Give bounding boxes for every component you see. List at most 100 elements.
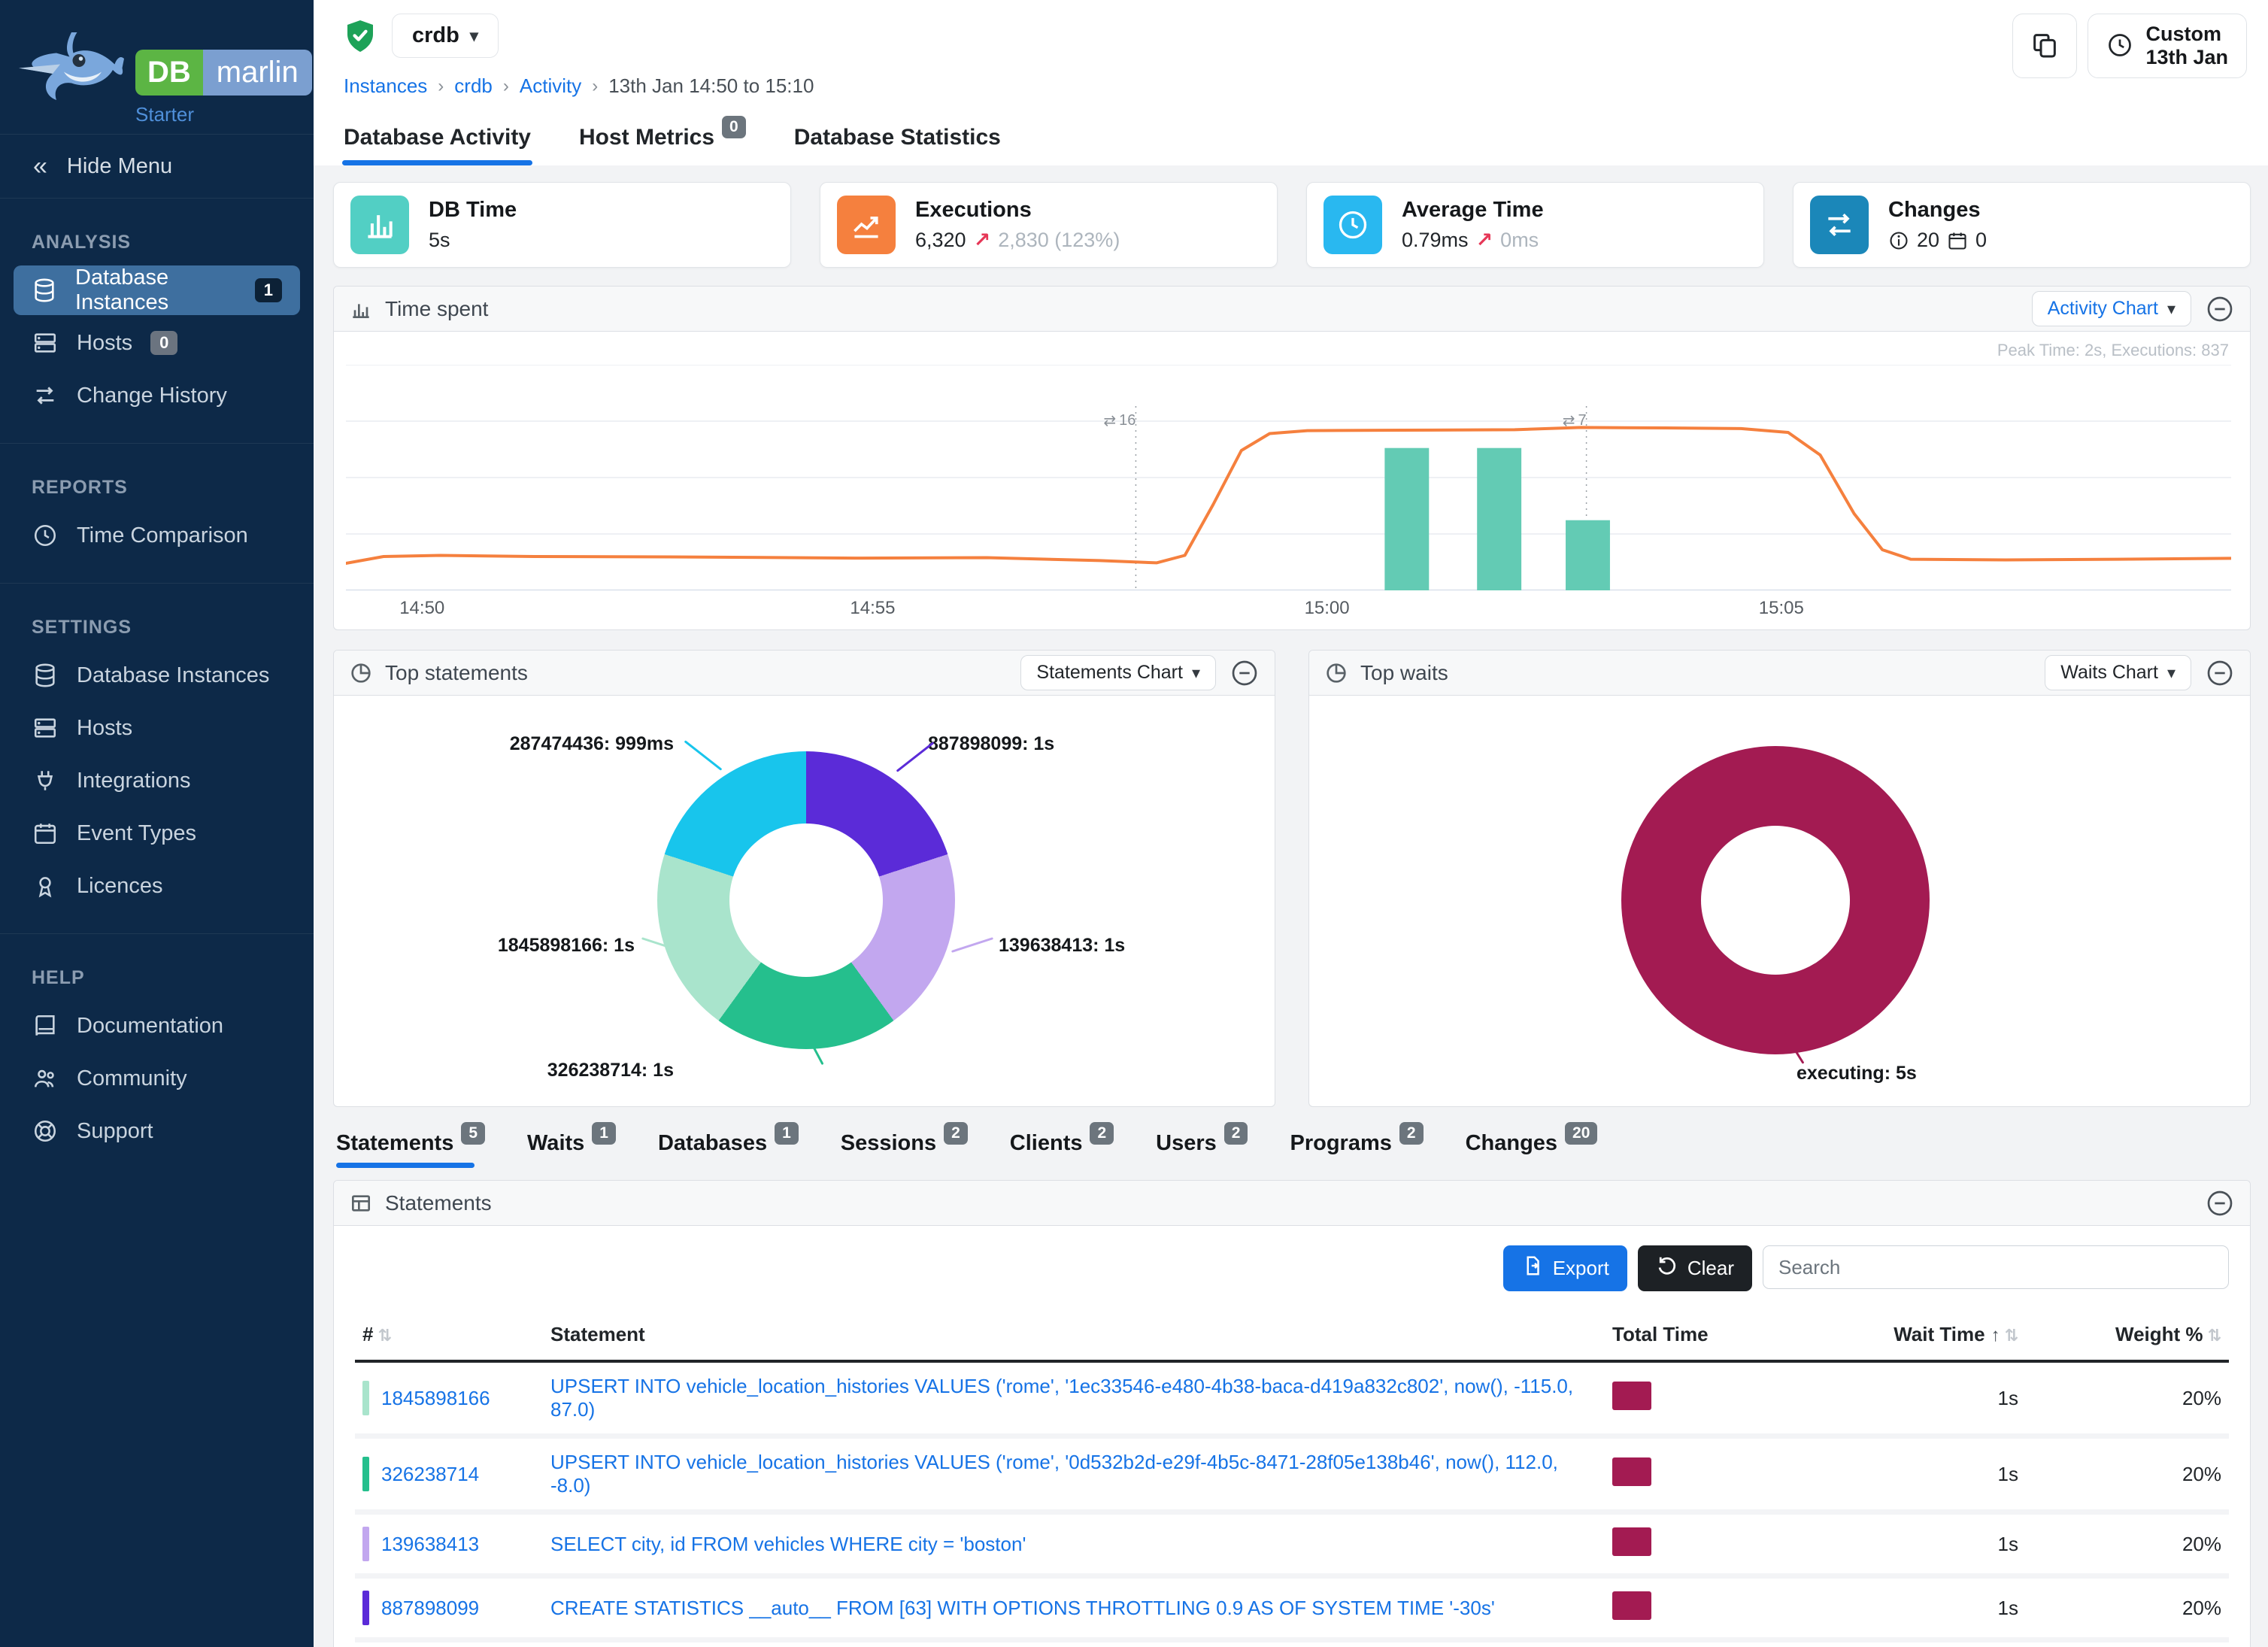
search-input[interactable] xyxy=(1763,1245,2229,1289)
calendar-icon xyxy=(32,820,59,847)
collapse-panel-icon[interactable] xyxy=(1230,658,1260,688)
sidebar-item-label: Time Comparison xyxy=(77,523,248,548)
calendar-icon xyxy=(1947,230,1968,251)
server-icon xyxy=(32,714,59,742)
sidebar-item-change-history[interactable]: Change History xyxy=(14,371,300,420)
sidebar-item-licences[interactable]: Licences xyxy=(14,861,300,911)
kpi-card-db-time: DB Time5s xyxy=(333,182,791,268)
sidebar-section-reports: REPORTSTime Comparison xyxy=(0,444,314,584)
detail-tab-clients[interactable]: Clients2 xyxy=(1010,1131,1114,1168)
detail-tab-sessions[interactable]: Sessions2 xyxy=(841,1131,968,1168)
total-time-bar xyxy=(1612,1457,1651,1486)
col-weight[interactable]: Weight %⇅ xyxy=(2026,1312,2229,1361)
col-wait-time[interactable]: Wait Time↑⇅ xyxy=(1778,1312,2026,1361)
statement-id-link[interactable]: 887898099 xyxy=(381,1597,479,1620)
sort-icon: ⇅ xyxy=(377,1326,391,1345)
table-icon xyxy=(349,1191,373,1215)
change-marker[interactable]: ⇄7 xyxy=(1563,411,1587,430)
export-button[interactable]: Export xyxy=(1503,1245,1627,1291)
swap-icon xyxy=(32,382,59,409)
collapse-panel-icon[interactable] xyxy=(2205,1188,2235,1218)
tab-host-metrics[interactable]: Host Metrics0 xyxy=(578,113,747,165)
brand-name-badge: marlin xyxy=(203,50,312,96)
brand-logo: DB marlin Starter xyxy=(0,0,314,134)
sidebar-item-integrations[interactable]: Integrations xyxy=(14,756,300,805)
sidebar-item-label: Database Instances xyxy=(75,265,237,315)
time-spent-panel: Time spent Activity Chart▾ Peak Time: 2s… xyxy=(333,286,2251,630)
sidebar-item-time-comparison[interactable]: Time Comparison xyxy=(14,511,300,560)
weight-value: 20% xyxy=(2026,1512,2229,1576)
sidebar-item-hosts[interactable]: Hosts xyxy=(14,703,300,753)
pie-chart-icon xyxy=(1324,661,1348,685)
tab-database-statistics[interactable]: Database Statistics xyxy=(793,113,1002,165)
col-id[interactable]: #⇅ xyxy=(355,1312,543,1361)
detail-tab-waits[interactable]: Waits1 xyxy=(527,1131,616,1168)
change-marker[interactable]: ⇄16 xyxy=(1103,411,1136,430)
time-range-button[interactable]: Custom 13th Jan xyxy=(2088,14,2247,78)
activity-chart-menu[interactable]: Activity Chart▾ xyxy=(2032,291,2191,326)
sidebar-item-label: Licences xyxy=(77,874,162,899)
panel-title: Top statements xyxy=(385,661,528,685)
weight-value: 20% xyxy=(2026,1436,2229,1512)
statements-table: #⇅ Statement Total Time Wait Time↑⇅ Weig… xyxy=(355,1312,2229,1647)
trend-up-icon: ↗ xyxy=(974,229,991,252)
statement-id-link[interactable]: 139638413 xyxy=(381,1533,479,1556)
clear-button[interactable]: Clear xyxy=(1638,1245,1752,1291)
breadcrumb-link-instances[interactable]: Instances xyxy=(344,74,427,98)
detail-tab-databases[interactable]: Databases1 xyxy=(658,1131,799,1168)
sidebar-item-support[interactable]: Support xyxy=(14,1106,300,1156)
breadcrumb-link-crdb[interactable]: crdb xyxy=(454,74,493,98)
collapse-panel-icon[interactable] xyxy=(2205,658,2235,688)
collapse-panel-icon[interactable] xyxy=(2205,294,2235,324)
export-icon xyxy=(1521,1254,1544,1282)
statement-text-link[interactable]: UPSERT INTO vehicle_location_histories V… xyxy=(550,1451,1558,1497)
weight-value: 20% xyxy=(2026,1640,2229,1647)
waits-chart-menu[interactable]: Waits Chart▾ xyxy=(2045,655,2191,690)
section-title: SETTINGS xyxy=(32,617,314,638)
detail-tab-programs[interactable]: Programs2 xyxy=(1290,1131,1423,1168)
statements-chart-menu[interactable]: Statements Chart▾ xyxy=(1020,655,1216,690)
copy-link-button[interactable] xyxy=(2012,14,2077,78)
sidebar-item-hosts[interactable]: Hosts0 xyxy=(14,318,300,368)
col-statement[interactable]: Statement xyxy=(543,1312,1605,1361)
sidebar-item-database-instances[interactable]: Database Instances xyxy=(14,651,300,700)
col-total-time[interactable]: Total Time xyxy=(1605,1312,1778,1361)
chevron-down-icon: ▾ xyxy=(470,26,478,46)
kpi-title: Changes xyxy=(1888,198,1987,223)
slice-label: executing: 5s xyxy=(1797,1063,1917,1084)
statement-text-link[interactable]: SELECT city, id FROM vehicles WHERE city… xyxy=(550,1533,1026,1555)
kpi-card-executions: Executions6,320↗2,830 (123%) xyxy=(820,182,1278,268)
kpi-card-changes: Changes200 xyxy=(1793,182,2251,268)
sidebar-item-event-types[interactable]: Event Types xyxy=(14,808,300,858)
x-axis-tick: 15:05 xyxy=(1759,598,1804,619)
slice-label: 887898099: 1s xyxy=(928,733,1054,755)
detail-tabs: Statements5 Waits1 Databases1 Sessions2 Clie… xyxy=(333,1131,2251,1168)
sidebar-item-community[interactable]: Community xyxy=(14,1054,300,1103)
statement-text-link[interactable]: CREATE STATISTICS __auto__ FROM [63] WIT… xyxy=(550,1597,1495,1619)
top-waits-donut: executing: 5s xyxy=(1309,696,2250,1106)
breadcrumb-link-activity[interactable]: Activity xyxy=(520,74,581,98)
instance-selector[interactable]: crdb ▾ xyxy=(392,14,499,58)
sidebar: DB marlin Starter « Hide Menu ANALYSISDa… xyxy=(0,0,314,1647)
statement-id-link[interactable]: 326238714 xyxy=(381,1463,479,1486)
wait-time-value: 1s xyxy=(1778,1512,2026,1576)
undo-icon xyxy=(1656,1254,1678,1282)
app-window: DB marlin Starter « Hide Menu ANALYSISDa… xyxy=(0,0,2268,1647)
hide-menu-button[interactable]: « Hide Menu xyxy=(0,134,314,199)
wait-time-value: 1s xyxy=(1778,1576,2026,1640)
detail-tab-statements[interactable]: Statements5 xyxy=(336,1131,485,1168)
count-badge: 0 xyxy=(722,116,746,138)
count-badge: 5 xyxy=(461,1122,485,1145)
count-badge: 1 xyxy=(775,1122,799,1145)
table-row: 326238714 UPSERT INTO vehicle_location_hi… xyxy=(355,1436,2229,1512)
sidebar-item-database-instances[interactable]: Database Instances1 xyxy=(14,265,300,315)
database-icon xyxy=(32,277,57,304)
sidebar-item-documentation[interactable]: Documentation xyxy=(14,1001,300,1051)
kpi-value: 6,320 xyxy=(915,229,966,252)
detail-tab-changes[interactable]: Changes20 xyxy=(1466,1131,1598,1168)
kpi-delta: 0ms xyxy=(1500,229,1539,252)
statement-text-link[interactable]: UPSERT INTO vehicle_location_histories V… xyxy=(550,1375,1573,1421)
tab-database-activity[interactable]: Database Activity xyxy=(342,113,532,165)
detail-tab-users[interactable]: Users2 xyxy=(1156,1131,1248,1168)
statement-id-link[interactable]: 1845898166 xyxy=(381,1387,490,1410)
